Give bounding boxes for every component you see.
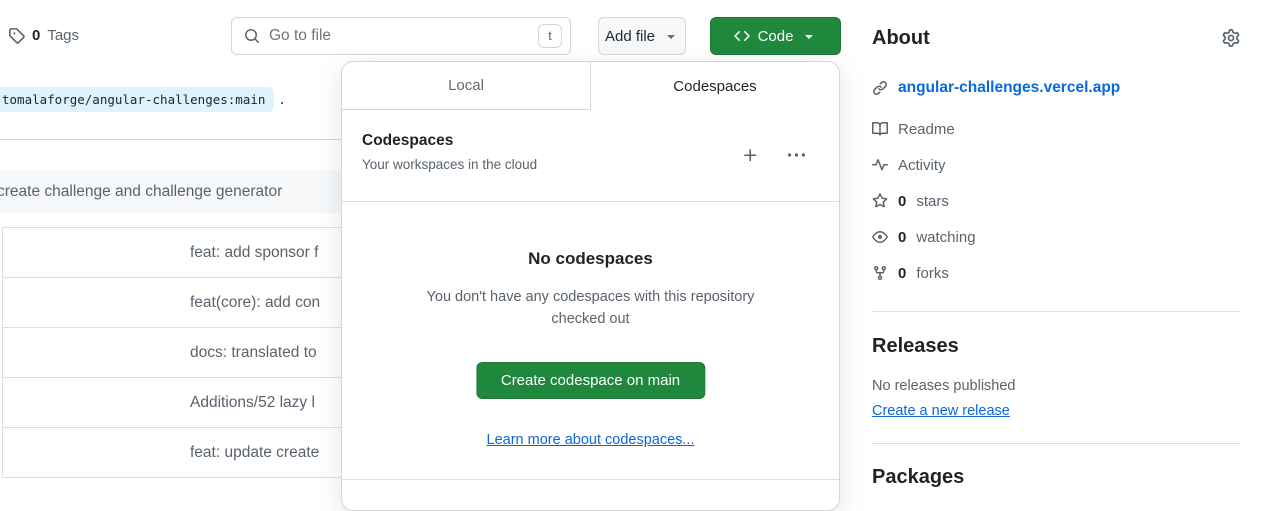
sidebar-item-stars[interactable]: 0 stars [872,183,1240,219]
book-icon [872,121,888,137]
divider [0,139,341,140]
codespaces-options-button[interactable] [780,139,812,171]
branch-reference: tomalaforge/angular-challenges:main. [0,92,286,107]
commit-message: feat: update create [190,444,319,461]
website-row: angular-challenges.vercel.app [872,77,1240,99]
branch-ref-code: tomalaforge/angular-challenges:main [0,87,274,112]
tags-count: 0 [32,27,40,44]
commit-message: feat: add sponsor f [190,244,318,261]
table-row[interactable]: docs: translated to [3,328,341,378]
item-count: 0 [898,229,906,246]
keyboard-shortcut-badge: t [538,24,562,48]
code-button[interactable]: Code [710,17,841,55]
no-codespaces-description: You don't have any codespaces with this … [426,286,756,331]
commit-message: Additions/52 lazy l [190,394,315,411]
table-row[interactable]: Additions/52 lazy l [3,378,341,428]
releases-title: Releases [872,335,1240,358]
table-row[interactable]: feat: add sponsor f [3,228,341,278]
divider [872,443,1240,444]
latest-commit-message: create challenge and challenge generator [0,183,282,200]
search-icon [244,28,260,44]
divider [342,479,839,480]
about-title: About [872,27,930,50]
repo-sidebar: About angular-challenges.vercel.app Read… [872,0,1240,489]
link-icon [872,80,888,96]
learn-more-link[interactable]: Learn more about codespaces... [487,432,695,448]
code-dropdown-tabs: Local Codespaces [342,62,839,110]
item-label: Activity [898,157,946,174]
sidebar-item-forks[interactable]: 0 forks [872,255,1240,291]
code-dropdown-panel: Local Codespaces Codespaces Your workspa… [341,61,840,511]
plus-icon [742,147,759,164]
sidebar-item-watching[interactable]: 0 watching [872,219,1240,255]
codespaces-panel-header: Codespaces Your workspaces in the cloud [342,110,839,201]
file-table: feat: add sponsor f feat(core): add con … [2,227,341,478]
code-icon [734,28,750,44]
go-to-file-search[interactable]: t [231,17,571,55]
sidebar-item-activity[interactable]: Activity [872,147,1240,183]
item-label: stars [916,193,949,210]
divider [872,311,1240,312]
divider [342,201,839,202]
learn-more-wrapper: Learn more about codespaces... [342,432,839,448]
star-icon [872,193,888,209]
tag-icon [8,27,25,44]
sidebar-list: Readme Activity 0 stars 0 watching 0 for… [872,111,1240,291]
table-row[interactable]: feat: update create [3,428,341,478]
fork-icon [872,265,888,281]
item-count: 0 [898,265,906,282]
item-label: Readme [898,121,955,138]
create-release-link[interactable]: Create a new release [872,403,1010,419]
triangle-down-icon [801,28,817,44]
kebab-menu-icon [788,147,805,164]
branch-ref-period: . [278,92,286,107]
add-file-button[interactable]: Add file [598,17,686,55]
commit-message: docs: translated to [190,344,317,361]
eye-icon [872,229,888,245]
no-releases-text: No releases published [872,378,1240,394]
packages-title: Packages [872,466,1240,489]
item-label: watching [916,229,975,246]
tab-codespaces[interactable]: Codespaces [591,62,839,110]
tags-link[interactable]: 0 Tags [8,27,79,44]
commit-message: feat(core): add con [190,294,320,311]
table-row[interactable]: feat(core): add con [3,278,341,328]
item-label: forks [916,265,949,282]
tags-label: Tags [47,27,79,44]
create-codespace-button[interactable]: Create codespace on main [476,362,705,399]
no-codespaces-heading: No codespaces [342,249,839,269]
add-file-label: Add file [605,28,655,45]
website-link[interactable]: angular-challenges.vercel.app [898,79,1120,97]
pulse-icon [872,157,888,173]
code-button-label: Code [758,28,794,45]
chevron-down-icon [663,28,679,44]
sidebar-item-readme[interactable]: Readme [872,111,1240,147]
tab-local[interactable]: Local [342,62,591,110]
new-codespace-button[interactable] [734,139,766,171]
gear-icon [1222,29,1240,47]
search-input[interactable] [269,27,529,45]
item-count: 0 [898,193,906,210]
latest-commit-row[interactable]: create challenge and challenge generator [0,170,341,213]
edit-repo-details-button[interactable] [1222,29,1240,47]
